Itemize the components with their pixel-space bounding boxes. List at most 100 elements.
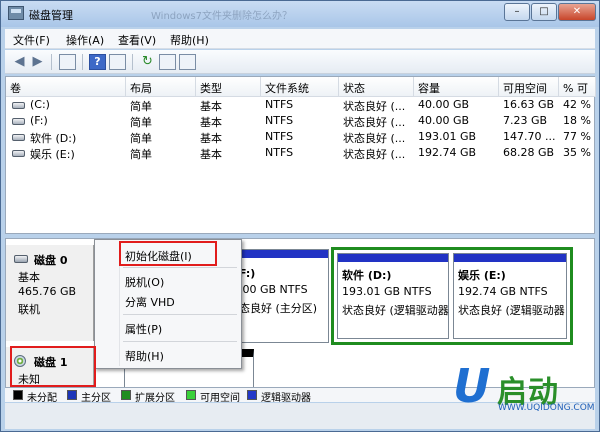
capacity-cell: 40.00 GB — [418, 98, 470, 111]
title-bar[interactable]: 磁盘管理 Windows7文件夹删除怎么办？ – □ ✕ — [1, 1, 599, 27]
legend-label: 逻辑驱动器 — [261, 393, 311, 404]
menu-bar: 文件(F) 操作(A) 查看(V) 帮助(H) — [5, 29, 595, 49]
volume-icon — [12, 102, 25, 109]
percent-free-cell: 42 % — [563, 98, 591, 111]
partition-title: 软件 (D:) — [342, 269, 392, 282]
layout-cell: 简单 — [130, 116, 152, 129]
layout-cell: 简单 — [130, 148, 152, 161]
maximize-button[interactable]: □ — [531, 3, 557, 21]
partition-status: 状态良好 (逻辑驱动器 — [342, 304, 449, 317]
menu-separator — [123, 314, 237, 315]
status-cell: 状态良好 (... — [343, 100, 406, 113]
legend-swatch-free-space — [186, 390, 196, 400]
properties-icon[interactable] — [109, 54, 126, 70]
menu-item-properties[interactable]: 属性(P) — [125, 321, 162, 337]
free-space-cell: 7.23 GB — [503, 114, 548, 127]
legend-label: 主分区 — [81, 393, 111, 404]
column-header-capacity[interactable]: 容量 — [414, 77, 499, 97]
column-header-volume[interactable]: 卷 — [6, 77, 126, 97]
disk-0-type: 基本 — [18, 271, 40, 284]
percent-free-cell: 77 % — [563, 130, 591, 143]
disk-icon — [14, 255, 28, 263]
toolbar-separator — [51, 54, 52, 70]
free-space-cell: 147.70 ... — [503, 130, 556, 143]
percent-free-cell: 35 % — [563, 146, 591, 159]
legend-label: 扩展分区 — [135, 393, 175, 404]
refresh-icon[interactable]: ↻ — [139, 54, 156, 70]
partition-size: 192.74 GB NTFS — [458, 285, 548, 298]
logo-url: WWW.UQIDONG.COM — [498, 403, 595, 413]
type-cell: 基本 — [200, 100, 222, 113]
menu-separator — [123, 341, 237, 342]
filesystem-cell: NTFS — [265, 146, 294, 159]
filesystem-cell: NTFS — [265, 130, 294, 143]
partition-d[interactable]: 软件 (D:) 193.01 GB NTFS 状态良好 (逻辑驱动器 — [337, 253, 449, 339]
background-window-title: Windows7文件夹删除怎么办？ — [151, 11, 293, 22]
menu-item-detach-vhd[interactable]: 分离 VHD — [125, 294, 175, 310]
help-icon[interactable]: ? — [89, 54, 106, 70]
column-header-status[interactable]: 状态 — [339, 77, 414, 97]
volume-name[interactable]: (C:) — [30, 98, 50, 114]
menu-item-help[interactable]: 帮助(H) — [125, 348, 164, 364]
menu-item-offline[interactable]: 脱机(O) — [125, 274, 164, 290]
settings-icon[interactable] — [179, 54, 196, 70]
volume-name[interactable]: 娱乐 (E:) — [30, 146, 75, 162]
menu-separator — [123, 267, 237, 268]
volume-icon — [12, 134, 25, 141]
show-hide-tree-icon[interactable] — [59, 54, 76, 70]
rescan-disks-icon[interactable] — [159, 54, 176, 70]
column-header-percent-free[interactable]: % 可 — [559, 77, 596, 97]
legend-label: 未分配 — [27, 393, 57, 404]
disk-0-name: 磁盘 0 — [34, 254, 68, 267]
menu-help[interactable]: 帮助(H) — [170, 32, 209, 48]
close-button[interactable]: ✕ — [558, 3, 596, 21]
partition-status: 态良好 (主分区) — [239, 302, 318, 315]
free-space-cell: 16.63 GB — [503, 98, 555, 111]
layout-cell: 简单 — [130, 132, 152, 145]
minimize-button[interactable]: – — [504, 3, 530, 21]
status-cell: 状态良好 (... — [343, 148, 406, 161]
back-arrow-icon[interactable]: ◀ — [11, 54, 28, 70]
type-cell: 基本 — [200, 132, 222, 145]
partition-status: 状态良好 (逻辑驱动器 — [458, 304, 565, 317]
filesystem-cell: NTFS — [265, 114, 294, 127]
capacity-cell: 192.74 GB — [418, 146, 477, 159]
column-header-type[interactable]: 类型 — [196, 77, 261, 97]
highlight-disk-1 — [10, 346, 96, 387]
menu-action[interactable]: 操作(A) — [66, 32, 104, 48]
volume-name[interactable]: (F:) — [30, 114, 48, 130]
menu-view[interactable]: 查看(V) — [118, 32, 156, 48]
partition-size: .00 GB NTFS — [239, 283, 308, 296]
disk-0-status: 联机 — [18, 303, 40, 316]
filesystem-cell: NTFS — [265, 98, 294, 111]
disk-management-window: 磁盘管理 Windows7文件夹删除怎么办？ – □ ✕ 文件(F) 操作(A)… — [0, 0, 600, 432]
partition-e[interactable]: 娱乐 (E:) 192.74 GB NTFS 状态良好 (逻辑驱动器 — [453, 253, 567, 339]
legend-swatch-primary — [67, 390, 77, 400]
volume-name[interactable]: 软件 (D:) — [30, 130, 76, 146]
highlight-initialize-disk — [119, 241, 217, 266]
partition-band — [338, 254, 448, 262]
percent-free-cell: 18 % — [563, 114, 591, 127]
capacity-cell: 40.00 GB — [418, 114, 470, 127]
type-cell: 基本 — [200, 148, 222, 161]
disk-management-icon — [8, 6, 24, 20]
column-header-filesystem[interactable]: 文件系统 — [261, 77, 339, 97]
partition-size: 193.01 GB NTFS — [342, 285, 432, 298]
menu-file[interactable]: 文件(F) — [13, 32, 50, 48]
free-space-cell: 68.28 GB — [503, 146, 555, 159]
volume-icon — [12, 150, 25, 157]
legend-label: 可用空间 — [200, 393, 240, 404]
column-header-layout[interactable]: 布局 — [126, 77, 196, 97]
partition-band — [454, 254, 566, 262]
toolbar: ◀ ▶ ? ↻ — [5, 50, 595, 74]
partition-title: 娱乐 (E:) — [458, 269, 506, 282]
column-header-free-space[interactable]: 可用空间 — [499, 77, 559, 97]
volume-list: 卷 布局 类型 文件系统 状态 容量 可用空间 % 可 (C:) 简单 基本 N… — [5, 76, 596, 234]
layout-cell: 简单 — [130, 100, 152, 113]
partition-f[interactable]: F:) .00 GB NTFS 态良好 (主分区) — [234, 249, 329, 343]
disk-0-label[interactable]: 磁盘 0 基本 465.76 GB 联机 — [6, 245, 94, 341]
toolbar-separator — [132, 54, 133, 70]
legend-swatch-extended — [121, 390, 131, 400]
forward-arrow-icon[interactable]: ▶ — [29, 54, 46, 70]
partition-band — [235, 250, 328, 258]
